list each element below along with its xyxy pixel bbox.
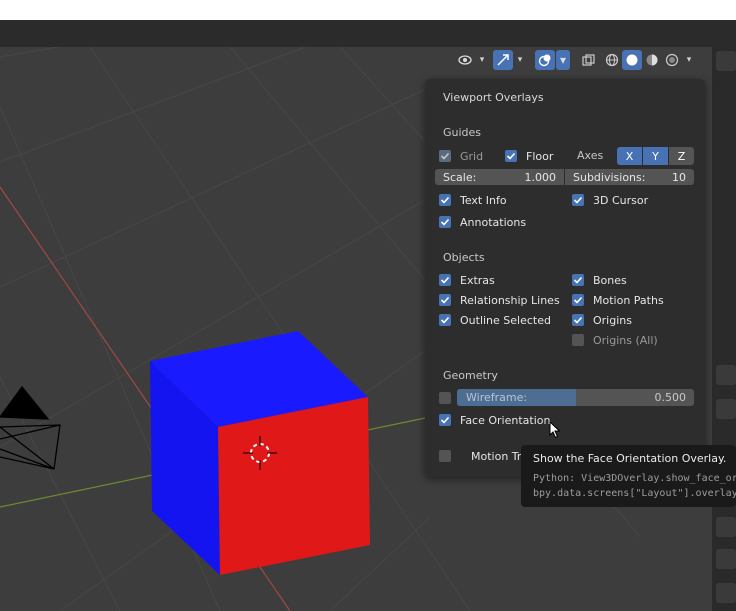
rendered-shading-icon[interactable] xyxy=(662,50,682,70)
wireframe-slider[interactable]: Wireframe: 0.500 xyxy=(457,389,694,406)
viewport-header-bar xyxy=(0,20,736,47)
scale-label: Scale: xyxy=(443,170,477,184)
gizmo-icon[interactable] xyxy=(493,50,513,70)
tool-settings-icon[interactable] xyxy=(716,365,736,385)
axis-y-toggle[interactable]: Y xyxy=(643,147,668,165)
tooltip-python-line1: Python: View3DOverlay.show_face_or xyxy=(533,473,736,484)
checkbox-check-icon xyxy=(439,294,451,306)
outline-selected-checkbox[interactable]: Outline Selected xyxy=(439,312,551,328)
overlays-dropdown-chevron-icon[interactable]: ▾ xyxy=(556,50,570,70)
scale-value: 1.000 xyxy=(524,170,557,184)
checkbox-check-icon xyxy=(439,414,451,426)
panel-title: Viewport Overlays xyxy=(443,91,544,104)
origins-label: Origins xyxy=(593,313,632,327)
text-info-label: Text Info xyxy=(460,193,507,207)
origins-all-checkbox[interactable]: Origins (All) xyxy=(572,332,658,348)
axis-x-toggle[interactable]: X xyxy=(617,147,642,165)
face-orientation-checkbox[interactable]: Face Orientation xyxy=(439,412,550,428)
axes-label: Axes xyxy=(577,149,604,162)
motion-tracking-label: Motion Tra xyxy=(471,449,529,463)
checkbox-empty xyxy=(439,392,451,404)
annotations-label: Annotations xyxy=(460,215,527,229)
scale-field[interactable]: Scale: 1.000 xyxy=(435,169,564,185)
relationship-lines-checkbox[interactable]: Relationship Lines xyxy=(439,292,560,308)
checkbox-empty xyxy=(572,334,584,346)
text-info-checkbox[interactable]: Text Info xyxy=(439,192,507,208)
viewport-overlays-panel: Viewport Overlays Guides Grid Floor Axes… xyxy=(425,79,705,477)
subdivisions-label: Subdivisions: xyxy=(573,170,646,184)
extras-label: Extras xyxy=(460,273,495,287)
checkbox-empty xyxy=(439,450,451,462)
outline-selected-label: Outline Selected xyxy=(460,313,551,327)
objects-heading: Objects xyxy=(443,251,485,264)
checkbox-check-icon xyxy=(572,294,584,306)
checkbox-check-icon xyxy=(439,216,451,228)
scene-icon[interactable] xyxy=(716,517,736,537)
face-orientation-label: Face Orientation xyxy=(460,413,551,427)
motion-paths-checkbox[interactable]: Motion Paths xyxy=(572,292,664,308)
eye-icon[interactable] xyxy=(455,50,475,70)
extras-checkbox[interactable]: Extras xyxy=(439,272,495,288)
checkbox-check-icon xyxy=(572,274,584,286)
3d-cursor-checkbox[interactable]: 3D Cursor xyxy=(572,192,648,208)
object-icon[interactable] xyxy=(716,583,736,603)
subdivisions-value: 10 xyxy=(672,170,686,184)
axis-z-toggle[interactable]: Z xyxy=(669,147,694,165)
geometry-heading: Geometry xyxy=(443,369,498,382)
checkbox-check-icon xyxy=(505,150,517,162)
overlays-icon[interactable] xyxy=(535,50,555,70)
bones-checkbox[interactable]: Bones xyxy=(572,272,627,288)
viewport-header-buttons: ▾ ▾ ▾ ▾ xyxy=(455,50,696,70)
chevron-down-icon[interactable]: ▾ xyxy=(682,50,696,70)
annotations-checkbox[interactable]: Annotations xyxy=(439,214,526,230)
tooltip-python-line2: bpy.data.screens["Layout"].overlay xyxy=(533,488,736,499)
cube-object[interactable] xyxy=(150,331,370,575)
solid-shading-icon[interactable] xyxy=(622,50,642,70)
right-sidebar-strip xyxy=(712,47,736,611)
3d-cursor-label: 3D Cursor xyxy=(593,193,649,207)
material-shading-icon[interactable] xyxy=(642,50,662,70)
motion-tracking-checkbox[interactable]: Motion Tra xyxy=(439,448,528,464)
face-orientation-tooltip: Show the Face Orientation Overlay. Pytho… xyxy=(521,445,736,507)
grid-checkbox[interactable]: Grid xyxy=(439,148,483,164)
checkbox-check-icon xyxy=(439,150,451,162)
checkbox-check-icon xyxy=(572,314,584,326)
motion-paths-label: Motion Paths xyxy=(593,293,664,307)
wireframe-shading-icon[interactable] xyxy=(602,50,622,70)
origins-all-label: Origins (All) xyxy=(593,333,658,347)
world-icon[interactable] xyxy=(716,549,736,569)
relationship-lines-label: Relationship Lines xyxy=(460,293,560,307)
chevron-down-icon[interactable]: ▾ xyxy=(513,50,527,70)
xray-icon[interactable] xyxy=(578,50,598,70)
wireframe-label: Wireframe: xyxy=(466,391,528,404)
origins-checkbox[interactable]: Origins xyxy=(572,312,632,328)
checkbox-check-icon xyxy=(439,194,451,206)
checkbox-check-icon xyxy=(439,274,451,286)
checkbox-check-icon xyxy=(572,194,584,206)
guides-heading: Guides xyxy=(443,126,482,139)
camera-object[interactable] xyxy=(0,385,61,470)
checkbox-check-icon xyxy=(439,314,451,326)
subdivisions-field[interactable]: Subdivisions: 10 xyxy=(565,169,694,185)
editor-type-icon[interactable] xyxy=(716,51,736,71)
wrench-icon[interactable] xyxy=(716,399,736,419)
grid-label: Grid xyxy=(460,149,484,163)
wireframe-value: 0.500 xyxy=(654,391,687,404)
bones-label: Bones xyxy=(593,273,627,287)
mouse-pointer-icon xyxy=(549,421,561,439)
chevron-down-icon[interactable]: ▾ xyxy=(475,50,489,70)
floor-checkbox[interactable]: Floor xyxy=(505,148,553,164)
floor-label: Floor xyxy=(526,149,554,163)
window-top-margin xyxy=(0,0,736,20)
tooltip-title: Show the Face Orientation Overlay. xyxy=(533,452,727,465)
